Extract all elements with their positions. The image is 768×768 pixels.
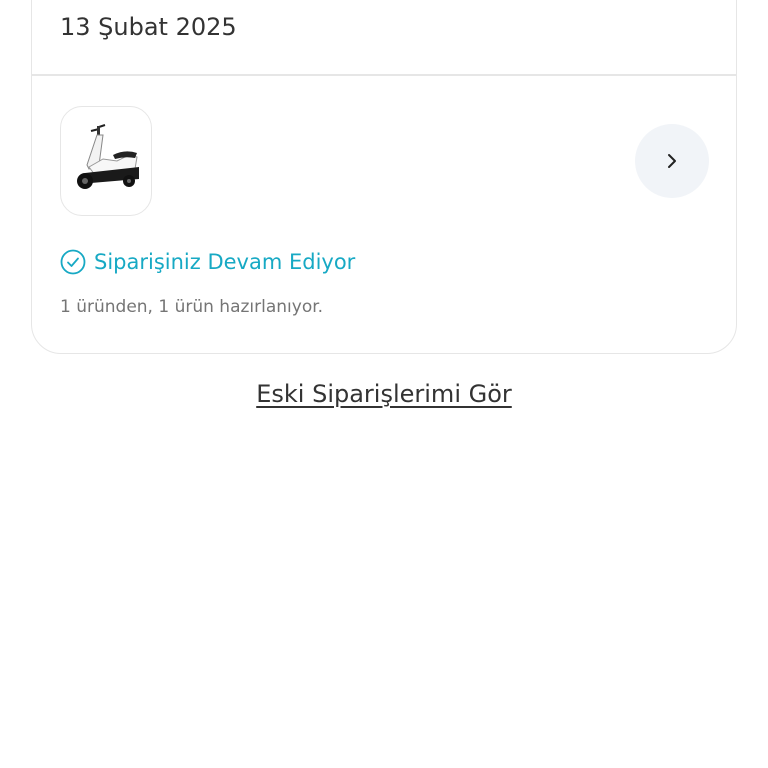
order-status: Siparişiniz Devam Ediyor bbox=[60, 249, 355, 275]
divider bbox=[32, 74, 736, 76]
status-detail: 1 üründen, 1 ürün hazırlanıyor. bbox=[60, 297, 324, 317]
scooter-image bbox=[77, 124, 139, 189]
order-details-button[interactable] bbox=[635, 124, 709, 198]
product-thumbnail[interactable] bbox=[60, 106, 152, 216]
status-label: Siparişiniz Devam Ediyor bbox=[94, 250, 356, 274]
check-circle-icon bbox=[60, 249, 86, 275]
order-card[interactable]: 13 Şubat 2025 Siparişiniz Devam Ediyor 1… bbox=[31, 0, 737, 354]
old-orders-container: Eski Siparişlerimi Gör bbox=[0, 380, 768, 408]
chevron-right-icon bbox=[668, 154, 676, 168]
old-orders-link[interactable]: Eski Siparişlerimi Gör bbox=[256, 380, 512, 408]
order-date: 13 Şubat 2025 bbox=[60, 13, 237, 41]
